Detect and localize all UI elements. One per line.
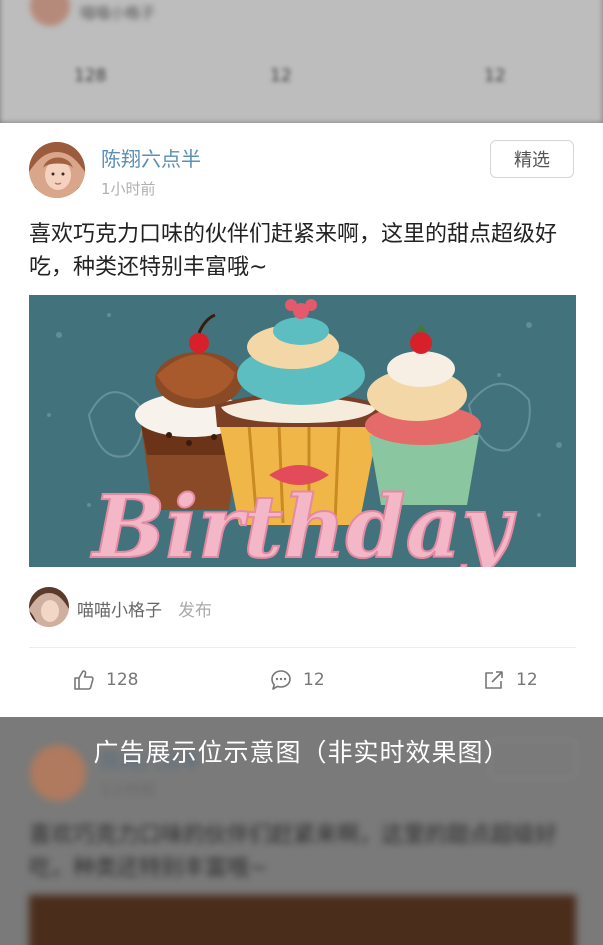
author-name[interactable]: 陈翔六点半 (101, 143, 201, 172)
birthday-lettering: Birthday (90, 477, 517, 567)
previous-post-author: 喵喵小格子 (80, 4, 156, 22)
pick-button[interactable]: 精选 (490, 140, 574, 178)
like-count: 128 (106, 670, 139, 690)
publisher-suffix: 发布 (178, 601, 212, 621)
publisher-avatar[interactable] (29, 587, 69, 627)
post-card: 陈翔六点半 1小时前 精选 喜欢巧克力口味的伙伴们赶紧来啊，这里的甜点超级好吃，… (0, 123, 603, 717)
next-post-image (29, 895, 576, 945)
author-avatar-image (29, 142, 85, 198)
author-avatar[interactable] (29, 142, 85, 198)
post-time: 1小时前 (101, 180, 156, 198)
previous-comment-count: 12 (270, 66, 292, 86)
share-button[interactable]: 12 (482, 665, 538, 695)
comment-count: 12 (303, 670, 325, 690)
previous-like-count: 128 (74, 66, 107, 86)
previous-share-count: 12 (484, 66, 506, 86)
next-post-content: 喜欢巧克力口味的伙伴们赶紧来啊，这里的甜点超级好吃，种类还特别丰富哦~ (29, 823, 558, 881)
actions-divider (29, 647, 576, 648)
like-button[interactable]: 128 (72, 665, 138, 695)
previous-post-actions: 128 12 12 (0, 66, 603, 90)
post-image[interactable]: Birthday (29, 295, 576, 567)
birthday-cupcakes-illustration: Birthday (29, 295, 576, 567)
previous-post-blurred: 喵喵小格子 128 12 12 (0, 0, 603, 123)
post-content: 喜欢巧克力口味的伙伴们赶紧来啊，这里的甜点超级好吃，种类还特别丰富哦~ (29, 222, 558, 280)
publisher-name[interactable]: 喵喵小格子 (77, 596, 162, 621)
comment-icon (271, 670, 291, 690)
ad-placement-caption: 广告展示位示意图（非实时效果图） (93, 738, 510, 767)
share-count: 12 (516, 670, 538, 690)
comment-button[interactable]: 12 (269, 665, 325, 695)
publisher-avatar-image (29, 587, 69, 627)
thumbs-up-icon (74, 670, 94, 690)
share-icon (485, 671, 503, 689)
